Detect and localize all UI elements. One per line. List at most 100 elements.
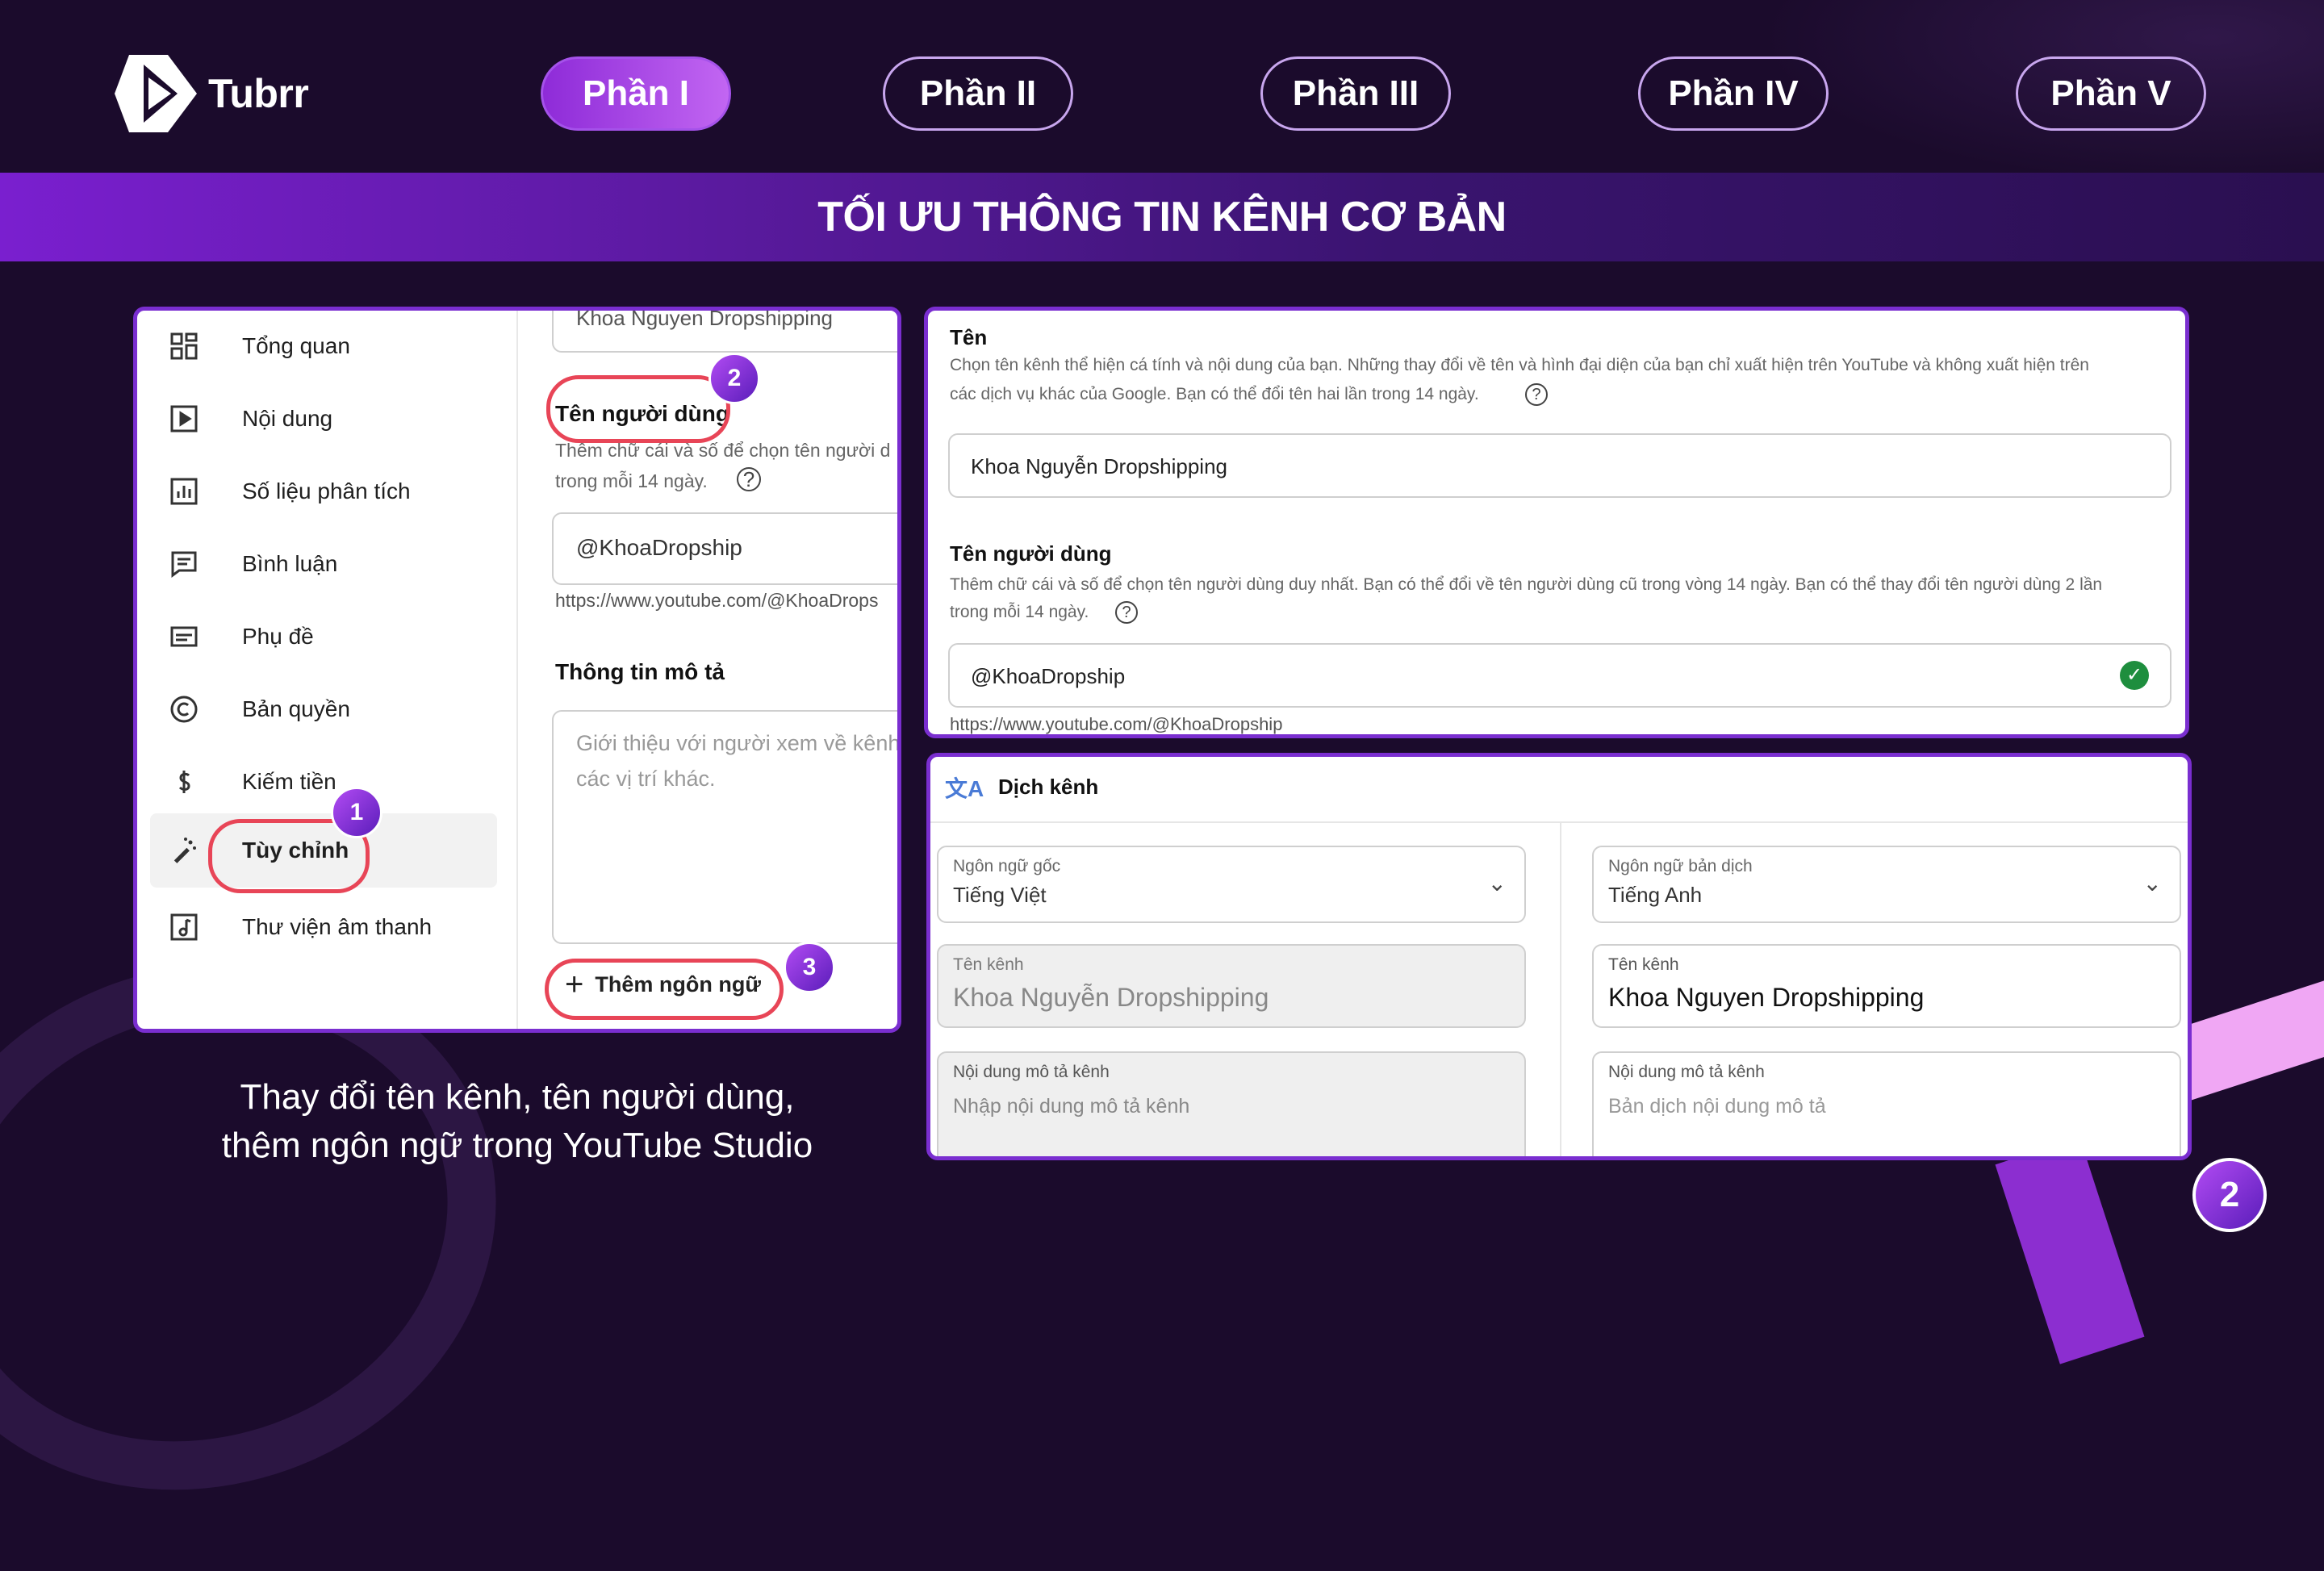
tab-phan-2[interactable]: Phần II [883, 56, 1073, 131]
source-channel-name-label: Tên kênh [953, 955, 1024, 974]
handle-value: @KhoaDropship [576, 535, 742, 560]
source-language-select[interactable]: Ngôn ngữ gốc Tiếng Việt ⌄ [937, 846, 1526, 923]
chevron-down-icon: ⌄ [1487, 871, 1507, 896]
source-channel-name-value: Khoa Nguyễn Dropshipping [953, 983, 1269, 1012]
sidebar-item-copyright[interactable]: Bản quyền [150, 674, 497, 745]
tab-phan-4[interactable]: Phần IV [1638, 56, 1829, 131]
channel-translation-screenshot: 文A Dịch kênh Ngôn ngữ gốc Tiếng Việt ⌄ N… [926, 753, 2192, 1160]
channel-name-handle-screenshot: Tên Chọn tên kênh thể hiện cá tính và nộ… [924, 307, 2189, 738]
dollar-icon [168, 766, 200, 798]
help-icon[interactable]: ? [1115, 601, 1138, 624]
description-label: Thông tin mô tả [555, 659, 725, 684]
handle-url: https://www.youtube.com/@KhoaDropship [950, 714, 1283, 734]
brand-logo[interactable]: Tubrr [113, 53, 309, 134]
sidebar-item-comments[interactable]: Bình luận [150, 529, 497, 600]
step-badge: 3 [784, 942, 835, 993]
source-language-value: Tiếng Việt [953, 883, 1047, 907]
studio-customization-screenshot: Tổng quan Nội dung Số liệu phân tích Bìn… [133, 307, 901, 1033]
help-icon[interactable]: ? [737, 467, 761, 491]
name-help-text-2: các dịch vụ khác của Google. Bạn có thể … [950, 385, 1479, 403]
channel-name-input[interactable]: Khoa Nguyễn Dropshipping [948, 433, 2171, 498]
target-description-input[interactable]: Nội dung mô tả kênh Bản dịch nội dung mô… [1592, 1051, 2181, 1156]
help-icon[interactable]: ? [1525, 383, 1548, 406]
target-description-label: Nội dung mô tả kênh [1608, 1063, 1765, 1081]
target-description-placeholder: Bản dịch nội dung mô tả [1608, 1095, 1826, 1118]
tab-phan-5[interactable]: Phần V [2016, 56, 2206, 131]
handle-input[interactable]: @KhoaDropship [552, 512, 897, 585]
sidebar-item-analytics[interactable]: Số liệu phân tích [150, 456, 497, 527]
step-badge: 1 [331, 787, 382, 838]
copyright-icon [168, 693, 200, 725]
description-placeholder-2: các vị trí khác. [576, 767, 716, 791]
sidebar-item-label: Kiếm tiền [242, 769, 336, 794]
source-language-label: Ngôn ngữ gốc [953, 857, 1061, 875]
handle-label: Tên người dùng [950, 541, 1112, 566]
chevron-down-icon: ⌄ [2142, 871, 2162, 896]
target-channel-name-label: Tên kênh [1608, 955, 1679, 974]
studio-sidebar: Tổng quan Nội dung Số liệu phân tích Bìn… [137, 311, 516, 1029]
target-language-value: Tiếng Anh [1608, 883, 1703, 907]
handle-url: https://www.youtube.com/@KhoaDrops [555, 590, 879, 611]
top-navigation: Tubrr Phần I Phần II Phần III Phần IV Ph… [0, 0, 2324, 173]
check-icon: ✓ [2120, 661, 2149, 690]
handle-help-text: Thêm chữ cái và số để chọn tên người d [555, 440, 891, 461]
caption-line: Thay đổi tên kênh, tên người dùng, [240, 1077, 795, 1117]
handle-help-text-2: trong mỗi 14 ngày. [555, 470, 708, 491]
handle-help-text: Thêm chữ cái và số để chọn tên người dùn… [950, 575, 2103, 594]
step-badge: 2 [708, 353, 760, 404]
annotation-ring [545, 959, 784, 1020]
sidebar-item-label: Phụ đề [242, 624, 314, 649]
slide-caption: Thay đổi tên kênh, tên người dùng, thêm … [133, 1073, 901, 1170]
target-language-label: Ngôn ngữ bản dịch [1608, 857, 1753, 875]
handle-help-text-2: trong mỗi 14 ngày. [950, 603, 1089, 621]
description-textarea[interactable]: Giới thiệu với người xem về kênh các vị … [552, 710, 901, 944]
sidebar-item-label: Bình luận [242, 551, 338, 576]
sidebar-item-label: Số liệu phân tích [242, 478, 411, 503]
translate-icon: 文A [945, 776, 984, 801]
handle-input[interactable]: @KhoaDropship ✓ [948, 643, 2171, 708]
brand-name: Tubrr [208, 71, 309, 116]
caption-line: thêm ngôn ngữ trong YouTube Studio [221, 1126, 813, 1165]
tab-phan-1[interactable]: Phần I [541, 56, 731, 131]
translation-header: 文A Dịch kênh [930, 757, 2188, 823]
source-description-label: Nội dung mô tả kênh [953, 1063, 1110, 1081]
description-placeholder: Giới thiệu với người xem về kênh [576, 731, 901, 755]
channel-name-field[interactable]: Khoa Nguyen Dropshipping [552, 307, 897, 353]
source-channel-name-field: Tên kênh Khoa Nguyễn Dropshipping [937, 944, 1526, 1028]
target-channel-name-value: Khoa Nguyen Dropshipping [1608, 983, 1925, 1012]
sidebar-item-monetization[interactable]: Kiếm tiền [150, 746, 497, 817]
dashboard-icon [168, 330, 200, 362]
page-number: 2 [2192, 1158, 2267, 1232]
handle-value: @KhoaDropship [971, 664, 1126, 688]
sidebar-item-subtitles[interactable]: Phụ đề [150, 601, 497, 672]
sidebar-item-label: Bản quyền [242, 696, 350, 721]
sidebar-item-audio-library[interactable]: Thư viện âm thanh [150, 892, 497, 963]
annotation-ring [546, 375, 730, 443]
source-description-field: Nội dung mô tả kênh Nhập nội dung mô tả … [937, 1051, 1526, 1156]
audio-library-icon [168, 911, 200, 943]
channel-name-value: Khoa Nguyen Dropshipping [576, 307, 833, 330]
background-ribbon [1995, 1137, 2145, 1364]
comments-icon [168, 548, 200, 580]
sidebar-item-content[interactable]: Nội dung [150, 383, 497, 454]
magic-wand-icon [168, 834, 200, 867]
sidebar-item-overview[interactable]: Tổng quan [150, 311, 497, 382]
name-help-text: Chọn tên kênh thể hiện cá tính và nội du… [950, 356, 2089, 374]
subtitles-icon [168, 620, 200, 653]
target-language-select[interactable]: Ngôn ngữ bản dịch Tiếng Anh ⌄ [1592, 846, 2181, 923]
sidebar-item-label: Nội dung [242, 406, 333, 431]
sidebar-item-label: Tổng quan [242, 333, 350, 358]
section-title: TỐI ƯU THÔNG TIN KÊNH CƠ BẢN [817, 194, 1507, 240]
section-title-band: TỐI ƯU THÔNG TIN KÊNH CƠ BẢN [0, 173, 2324, 261]
channel-name-value: Khoa Nguyễn Dropshipping [971, 454, 1227, 478]
content-icon [168, 403, 200, 435]
translation-header-title: Dịch kênh [998, 775, 1099, 799]
column-divider [1560, 821, 1561, 1156]
source-description-placeholder: Nhập nội dung mô tả kênh [953, 1095, 1190, 1118]
analytics-icon [168, 475, 200, 508]
sidebar-item-label: Thư viện âm thanh [242, 914, 433, 939]
name-label: Tên [950, 325, 988, 349]
tab-phan-3[interactable]: Phần III [1260, 56, 1451, 131]
tubrr-logo-icon [115, 55, 197, 132]
target-channel-name-input[interactable]: Tên kênh Khoa Nguyen Dropshipping [1592, 944, 2181, 1028]
